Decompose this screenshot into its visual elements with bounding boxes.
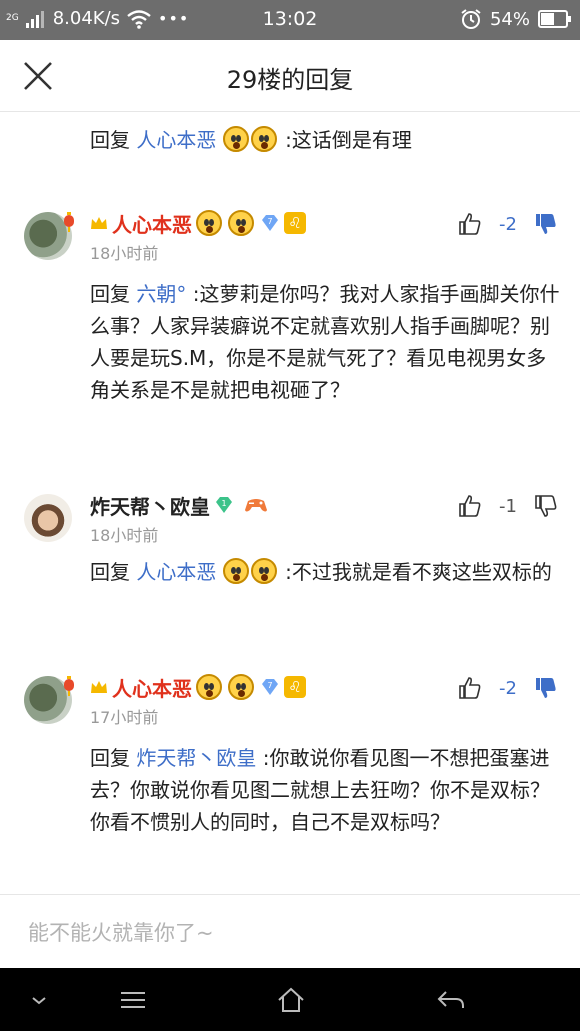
lantern-badge-icon: [64, 676, 74, 696]
crown-icon: [91, 681, 107, 693]
username[interactable]: 人心本恶: [112, 673, 192, 702]
thumb-up-icon[interactable]: [458, 212, 482, 236]
scream-emoji-icon: [250, 126, 277, 152]
thumb-down-icon[interactable]: [534, 212, 558, 236]
reply-prefix: 回复: [90, 746, 137, 770]
reply-list[interactable]: 回复 人心本恶 :这话倒是有理 人心本恶 7 ♌ 18小时前 -2 回复 六朝°…: [0, 112, 580, 894]
diamond-level-icon: 1: [216, 497, 232, 513]
nav-down-icon[interactable]: [24, 986, 54, 1014]
reply-prefix: 回复: [90, 560, 137, 584]
mention-link[interactable]: 人心本恶: [136, 560, 216, 584]
scream-emoji-icon: [222, 558, 249, 584]
mention-link[interactable]: 六朝°: [136, 282, 186, 306]
battery-percent: 54%: [489, 8, 530, 30]
name-row: 人心本恶 7 ♌: [90, 672, 306, 702]
mention-link[interactable]: 炸天帮丶欧皇: [136, 746, 256, 770]
vote-controls: -2: [458, 208, 558, 240]
thumb-up-icon[interactable]: [458, 676, 482, 700]
vote-count: -2: [499, 677, 517, 699]
vote-controls: -2: [458, 672, 558, 704]
crown-icon: [91, 217, 107, 229]
nav-menu-icon[interactable]: [118, 986, 148, 1014]
reply-text: :这话倒是有理: [278, 128, 412, 152]
comment-body: 回复 炸天帮丶欧皇 :你敢说你看见图一不想把蛋塞进去？你敢说你看见图二就想上去狂…: [90, 742, 560, 838]
status-bar: 2G 8.04K/s ••• 13:02 54%: [0, 0, 580, 40]
svg-text:1: 1: [221, 499, 226, 508]
mention-link[interactable]: 人心本恶: [136, 128, 216, 152]
scream-emoji-icon: [196, 674, 222, 700]
thumb-up-icon[interactable]: [458, 494, 482, 518]
comment-text: :不过我就是看不爽这些双标的: [278, 560, 552, 584]
nav-home-icon[interactable]: [276, 986, 306, 1014]
comment-item: 人心本恶 7 ♌ 18小时前 -2 回复 六朝° :这萝莉是你吗？我对人家指手画…: [0, 208, 580, 448]
timestamp: 17小时前: [90, 708, 159, 727]
svg-text:7: 7: [267, 681, 272, 690]
system-nav-bar: [0, 968, 580, 1031]
comment-item: 人心本恶 7 ♌ 17小时前 -2 回复 炸天帮丶欧皇 :你敢说你看见图一不想把…: [0, 672, 580, 892]
reply-input-bar: [0, 894, 580, 968]
comment-item: 炸天帮丶欧皇 1 18小时前 -1 回复 人心本恶 :不过我就是看不爽这些双标的: [0, 490, 580, 630]
comment-body: 回复 人心本恶 :不过我就是看不爽这些双标的: [90, 556, 560, 588]
thumb-down-icon[interactable]: [534, 494, 558, 518]
scream-emoji-icon: [222, 126, 249, 152]
timestamp: 18小时前: [90, 244, 159, 263]
thumb-down-icon[interactable]: [534, 676, 558, 700]
status-right: 54%: [460, 8, 572, 30]
avatar[interactable]: [24, 494, 72, 542]
timestamp: 18小时前: [90, 526, 159, 545]
username[interactable]: 人心本恶: [112, 209, 192, 238]
name-row: 人心本恶 7 ♌: [90, 208, 306, 238]
reply-prefix: 回复: [90, 282, 137, 306]
username[interactable]: 炸天帮丶欧皇: [90, 491, 210, 520]
alarm-icon: [461, 9, 481, 29]
vote-controls: -1: [458, 490, 558, 522]
diamond-level-icon: 7: [262, 679, 278, 695]
scream-emoji-icon: [228, 210, 254, 236]
lantern-badge-icon: [64, 212, 74, 232]
header: 29楼的回复: [0, 40, 580, 112]
svg-text:7: 7: [267, 217, 272, 226]
page-title: 29楼的回复: [226, 66, 354, 94]
comment-body: 回复 六朝° :这萝莉是你吗？我对人家指手画脚关你什么事？人家异装癖说不定就喜欢…: [90, 278, 560, 406]
vote-count: -1: [499, 495, 517, 517]
nav-back-icon[interactable]: [436, 986, 466, 1014]
scream-emoji-icon: [228, 674, 254, 700]
scream-emoji-icon: [196, 210, 222, 236]
partial-comment-body: 回复 人心本恶 :这话倒是有理: [90, 124, 412, 156]
reply-input[interactable]: [28, 917, 548, 949]
zodiac-badge: ♌: [284, 676, 306, 698]
vote-count: -2: [499, 213, 517, 235]
battery-icon: [538, 10, 571, 28]
reply-prefix: 回复: [90, 128, 137, 152]
gamepad-icon: [245, 499, 267, 512]
zodiac-badge: ♌: [284, 212, 306, 234]
name-row: 炸天帮丶欧皇 1: [90, 490, 268, 520]
scream-emoji-icon: [250, 558, 277, 584]
diamond-level-icon: 7: [262, 215, 278, 231]
